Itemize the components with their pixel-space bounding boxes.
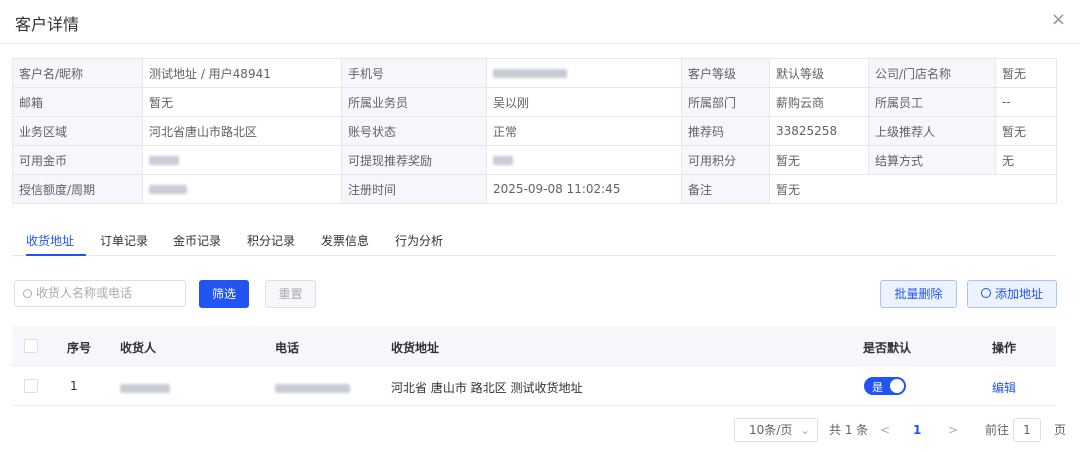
col-default: 是否默认	[863, 341, 912, 355]
info-label: 注册时间	[341, 174, 487, 204]
tab-invoices[interactable]: 发票信息	[321, 232, 369, 249]
blurred-receiver	[120, 384, 170, 393]
info-value: 无	[995, 145, 1057, 175]
info-value: 暂无	[769, 174, 1057, 204]
batch-delete-button[interactable]: 批量删除	[880, 280, 957, 308]
customer-info-table: 客户名/昵称 测试地址 / 用户48941 手机号 客户等级 默认等级 公司/门…	[12, 58, 1057, 204]
search-icon	[23, 289, 32, 298]
default-toggle[interactable]: 是	[864, 377, 906, 395]
tab-behavior[interactable]: 行为分析	[395, 232, 443, 249]
page-size-select[interactable]: 10条/页 ⌄	[734, 418, 818, 442]
info-value: 2025-09-08 11:02:45	[486, 174, 682, 204]
row-address: 河北省 唐山市 路北区 测试收货地址	[391, 381, 583, 395]
dialog-header: 客户详情 ×	[0, 0, 1080, 44]
info-value: 33825258	[769, 116, 869, 146]
info-label: 客户名/昵称	[12, 58, 143, 88]
info-label: 上级推荐人	[868, 116, 996, 146]
info-value: 测试地址 / 用户48941	[142, 58, 342, 88]
row-index: 1	[70, 379, 78, 393]
edit-link[interactable]: 编辑	[992, 379, 1016, 396]
info-value-phone	[486, 58, 682, 88]
info-label: 客户等级	[681, 58, 770, 88]
add-address-label: 添加地址	[994, 287, 1043, 301]
page-suffix: 页	[1054, 423, 1067, 437]
info-value: 河北省唐山市路北区	[142, 116, 342, 146]
col-index: 序号	[67, 341, 92, 355]
detail-tabs: 收货地址 订单记录 金币记录 积分记录 发票信息 行为分析	[12, 228, 1056, 256]
goto-label: 前往	[985, 423, 1010, 437]
col-address: 收货地址	[391, 341, 440, 355]
chevron-down-icon: ⌄	[799, 423, 810, 437]
reset-button[interactable]: 重置	[265, 280, 316, 308]
info-value: 暂无	[995, 58, 1057, 88]
tab-coins[interactable]: 金币记录	[173, 232, 221, 249]
blurred-credit	[149, 185, 187, 194]
info-label: 所属部门	[681, 87, 770, 117]
info-value: 默认等级	[769, 58, 869, 88]
page-size-value: 10条/页	[749, 423, 793, 437]
tab-points[interactable]: 积分记录	[247, 232, 295, 249]
info-value: 吴以刚	[486, 87, 682, 117]
tab-orders[interactable]: 订单记录	[100, 232, 148, 249]
blurred-phone	[275, 384, 350, 393]
blurred-coins	[149, 156, 179, 165]
dialog-title: 客户详情	[15, 15, 80, 34]
info-label: 备注	[681, 174, 770, 204]
info-value-coins	[142, 145, 342, 175]
info-label: 手机号	[341, 58, 487, 88]
page-number[interactable]: 1	[913, 418, 921, 442]
info-label: 公司/门店名称	[868, 58, 996, 88]
info-value: 暂无	[769, 145, 869, 175]
info-label: 授信额度/周期	[12, 174, 143, 204]
row-phone	[275, 381, 350, 395]
info-label: 账号状态	[341, 116, 487, 146]
row-receiver	[120, 381, 170, 395]
goto-page-input[interactable]: 1	[1013, 418, 1041, 442]
info-value: 暂无	[142, 87, 342, 117]
info-label: 邮箱	[12, 87, 143, 117]
search-input[interactable]: 收货人名称或电话	[14, 280, 186, 307]
toggle-label: 是	[872, 381, 883, 394]
search-placeholder: 收货人名称或电话	[36, 286, 133, 300]
blurred-reward	[493, 156, 513, 165]
plus-circle-icon	[980, 288, 991, 298]
info-label: 所属员工	[868, 87, 996, 117]
info-label: 业务区域	[12, 116, 143, 146]
next-page-button[interactable]: >	[948, 418, 958, 442]
info-label: 可用积分	[681, 145, 770, 175]
info-label: 可提现推荐奖励	[341, 145, 487, 175]
col-receiver: 收货人	[120, 341, 157, 355]
tab-address[interactable]: 收货地址	[26, 232, 74, 249]
tab-active-indicator	[26, 254, 86, 256]
row-checkbox[interactable]	[24, 379, 38, 393]
total-count: 共 1 条	[829, 423, 869, 437]
col-phone: 电话	[275, 341, 300, 355]
info-label: 所属业务员	[341, 87, 487, 117]
table-row: 1 河北省 唐山市 路北区 测试收货地址 是 编辑	[12, 366, 1056, 406]
filter-button[interactable]: 筛选	[199, 280, 249, 308]
info-value: 薪购云商	[769, 87, 869, 117]
select-all-checkbox[interactable]	[24, 339, 38, 353]
info-value: 暂无	[995, 116, 1057, 146]
info-label: 可用金币	[12, 145, 143, 175]
prev-page-button[interactable]: <	[880, 418, 890, 442]
info-value-credit	[142, 174, 342, 204]
table-header: 序号 收货人 电话 收货地址 是否默认 操作	[12, 326, 1056, 366]
add-address-button[interactable]: 添加地址	[967, 280, 1057, 308]
info-label: 结算方式	[868, 145, 996, 175]
info-value: --	[995, 87, 1057, 117]
info-value: 正常	[486, 116, 682, 146]
info-label: 推荐码	[681, 116, 770, 146]
close-icon[interactable]: ×	[1051, 11, 1066, 29]
info-value-reward	[486, 145, 682, 175]
toggle-knob	[890, 379, 904, 393]
blurred-phone	[493, 69, 567, 78]
col-action: 操作	[992, 341, 1017, 355]
